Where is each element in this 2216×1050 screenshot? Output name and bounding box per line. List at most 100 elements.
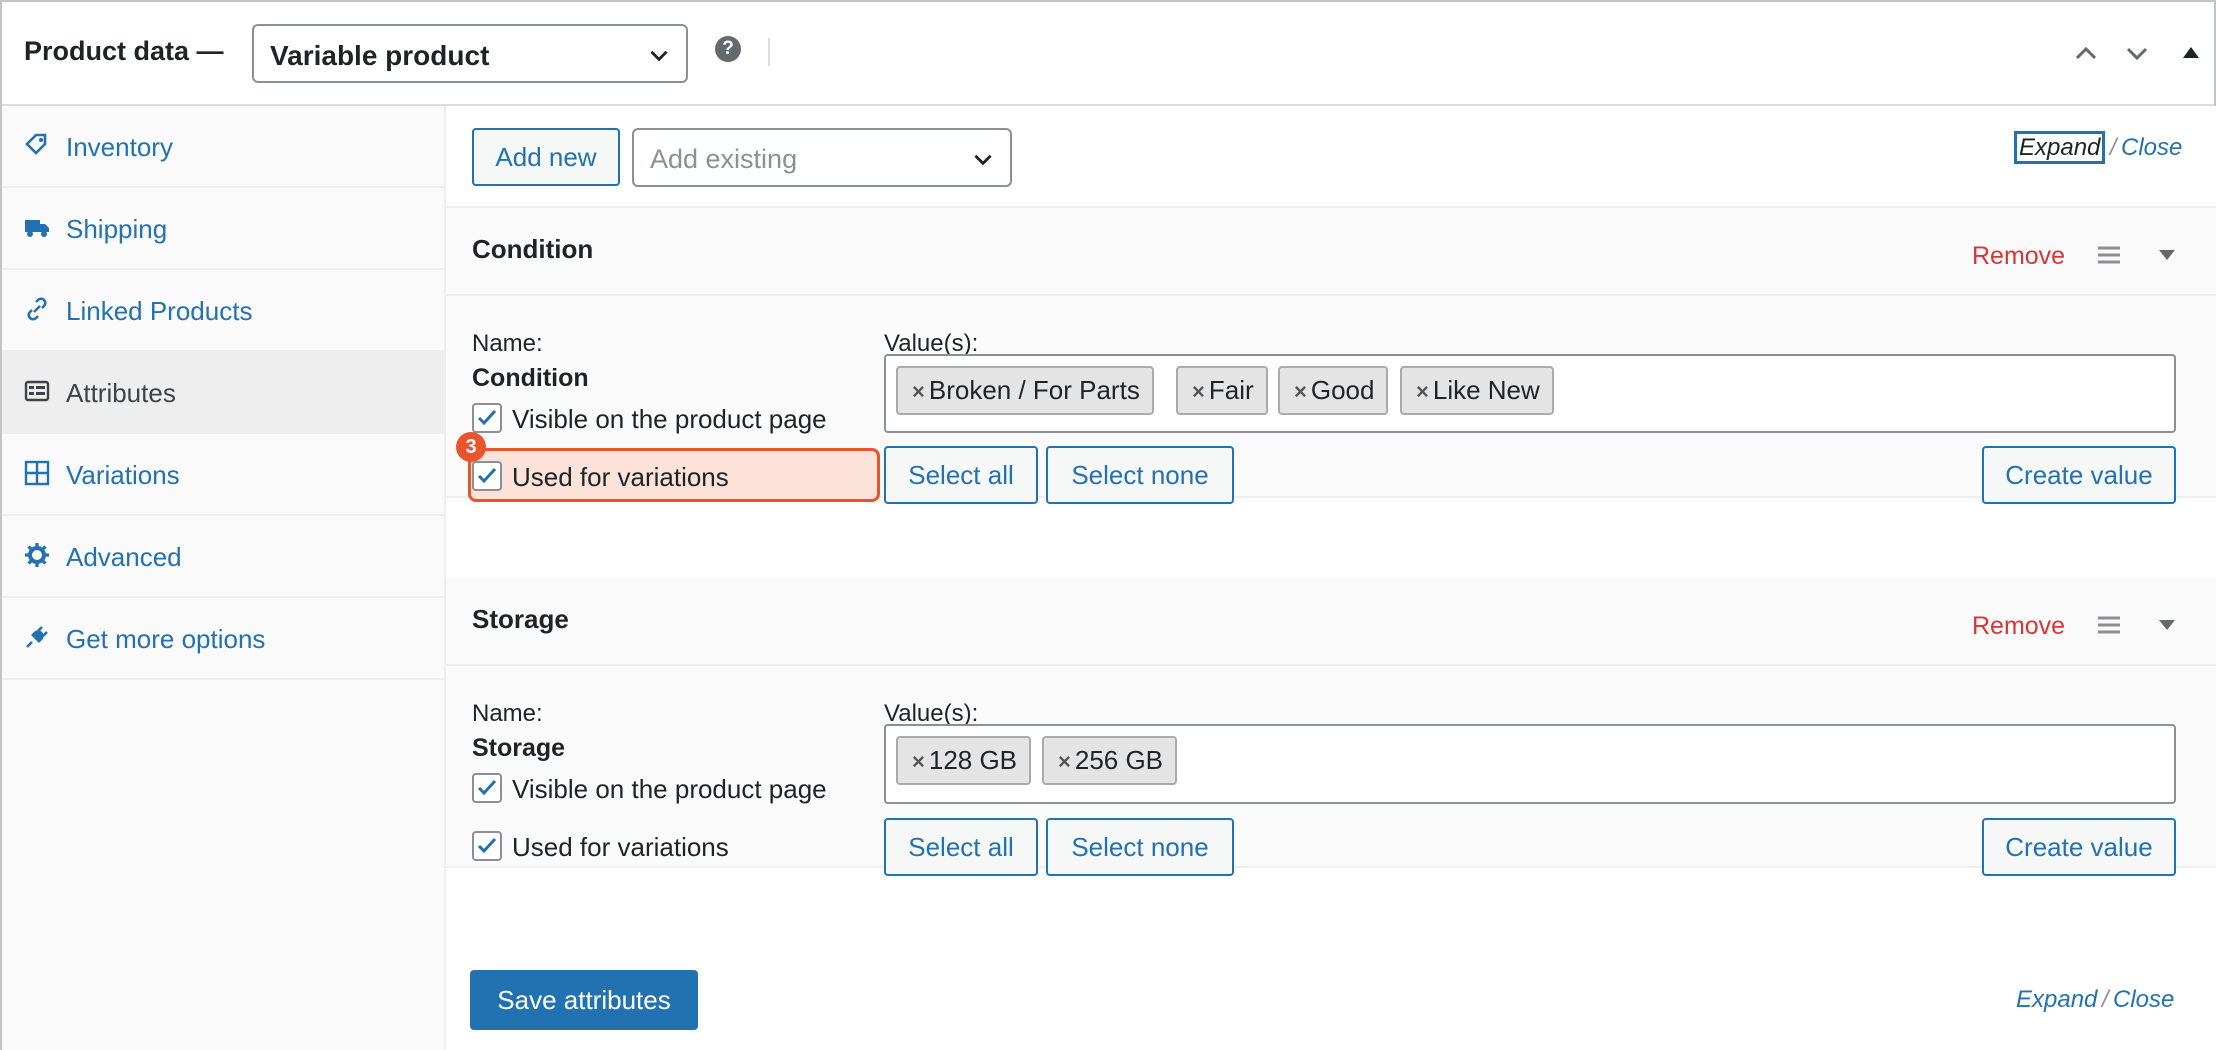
name-label: Name: [472,330,543,357]
chip-label: 256 GB [1074,745,1164,775]
select-all-button[interactable]: Select all [884,818,1038,876]
visible-on-product-page-checkbox[interactable]: Visible on the product page [472,766,872,808]
value-chip[interactable]: × Good [1278,366,1389,415]
chip-label: Like New [1432,375,1540,405]
used-for-variations-checkbox[interactable]: Used for variations [472,824,872,866]
tab-get-more-options[interactable]: Get more options [2,598,444,680]
panel-header: Product data — Variable product ? [2,2,2214,106]
move-up-icon[interactable] [2071,38,2101,68]
add-existing-placeholder: Add existing [650,144,798,174]
value-chip[interactable]: × 128 GB [896,736,1032,785]
value-chip[interactable]: × Broken / For Parts [896,366,1154,415]
name-label: Name: [472,700,543,727]
link-separator: / [2109,134,2117,161]
value-chip[interactable]: × Like New [1400,366,1554,415]
create-value-button[interactable]: Create value [1982,818,2176,876]
attribute-header-storage[interactable]: Storage Remove [446,578,2216,666]
tab-label: Get more options [66,624,266,654]
link-separator: / [2101,986,2109,1013]
attribute-title: Storage [472,604,569,634]
header-separator [768,38,770,66]
close-link[interactable]: Close [2113,986,2174,1013]
expand-link[interactable]: Expand [2016,986,2097,1013]
chip-label: 128 GB [928,745,1018,775]
tab-label: Inventory [66,132,173,162]
checkbox[interactable] [472,403,502,433]
tab-label: Attributes [66,378,176,408]
attributes-footer: Save attributes Expand / Close [446,948,2216,1050]
select-none-button[interactable]: Select none [1046,446,1234,504]
close-link[interactable]: Close [2121,134,2182,161]
add-new-button[interactable]: Add new [472,128,620,186]
checkmark-icon [477,837,497,854]
remove-chip-icon[interactable]: × [912,749,925,774]
tab-linked-products[interactable]: Linked Products [2,270,444,352]
drag-handle-icon[interactable] [2096,614,2122,636]
value-chip[interactable]: × Fair [1176,366,1268,415]
chevron-down-icon [974,154,992,166]
attributes-toolbar: Add new Add existing Expand / Close [446,106,2216,208]
panel-title: Product data — [24,36,224,66]
value-chip[interactable]: × 256 GB [1042,736,1178,785]
attributes-panel: Add new Add existing Expand / Close Cond… [446,106,2216,1050]
visible-on-product-page-checkbox[interactable]: Visible on the product page [472,396,872,438]
tab-label: Shipping [66,214,168,244]
tab-attributes[interactable]: Attributes [2,352,444,434]
attribute-name-value: Condition [472,364,589,392]
tab-label: Advanced [66,542,182,572]
remove-chip-icon[interactable]: × [912,379,925,404]
checkbox-label: Used for variations [512,462,729,492]
tab-inventory[interactable]: Inventory [2,106,444,188]
tab-variations[interactable]: Variations [2,434,444,516]
drag-handle-icon[interactable] [2096,244,2122,266]
tab-label: Linked Products [66,296,253,326]
attribute-body-condition: Name: Condition Visible on the product p… [446,296,2216,504]
grid-icon [24,460,50,486]
remove-chip-icon[interactable]: × [1294,379,1307,404]
remove-attribute-link[interactable]: Remove [1972,612,2065,641]
used-for-variations-checkbox[interactable]: Used for variations [472,454,872,496]
checkmark-icon [477,409,497,426]
values-multiselect[interactable]: × 128 GB × 256 GB [884,724,2176,804]
select-none-button[interactable]: Select none [1046,818,1234,876]
add-existing-select[interactable]: Add existing [632,128,1012,187]
list-card-icon [24,378,50,404]
product-data-tabs: Inventory Shipping Linked Products Attri… [2,106,446,1050]
product-type-select[interactable]: Variable product [252,24,688,83]
tag-icon [24,132,50,158]
expand-close-links: Expand / Close [2016,986,2196,1022]
attribute-title: Condition [472,234,594,264]
plug-icon [24,624,50,650]
expand-link[interactable]: Expand [2014,131,2106,164]
checkbox[interactable] [472,773,502,803]
remove-chip-icon[interactable]: × [1058,749,1071,774]
chip-label: Fair [1208,375,1254,405]
question-circle-icon[interactable]: ? [715,36,741,62]
chip-label: Broken / For Parts [928,375,1140,405]
tab-advanced[interactable]: Advanced [2,516,444,598]
checkbox[interactable] [472,461,502,491]
link-icon [24,296,50,322]
truck-icon [24,214,50,240]
chip-label: Good [1310,375,1375,405]
tab-shipping[interactable]: Shipping [2,188,444,270]
expand-close-links: Expand / Close [2014,131,2194,170]
checkbox-label: Used for variations [512,832,729,862]
checkbox[interactable] [472,831,502,861]
attribute-header-condition[interactable]: Condition Remove [446,208,2216,296]
toggle-arrow-icon[interactable] [2156,246,2178,264]
toggle-arrow-icon[interactable] [2156,616,2178,634]
remove-chip-icon[interactable]: × [1192,379,1205,404]
attribute-name-value: Storage [472,734,566,762]
checkmark-icon [477,779,497,796]
save-attributes-button[interactable]: Save attributes [470,970,698,1030]
checkmark-icon [477,467,497,484]
move-down-icon[interactable] [2122,38,2152,68]
select-all-button[interactable]: Select all [884,446,1038,504]
values-multiselect[interactable]: × Broken / For Parts × Fair × Good × Like Ne… [884,354,2176,433]
remove-attribute-link[interactable]: Remove [1972,242,2065,271]
create-value-button[interactable]: Create value [1982,446,2176,504]
checkbox-label: Visible on the product page [512,774,827,804]
collapse-panel-icon[interactable] [2176,38,2206,68]
remove-chip-icon[interactable]: × [1416,379,1429,404]
